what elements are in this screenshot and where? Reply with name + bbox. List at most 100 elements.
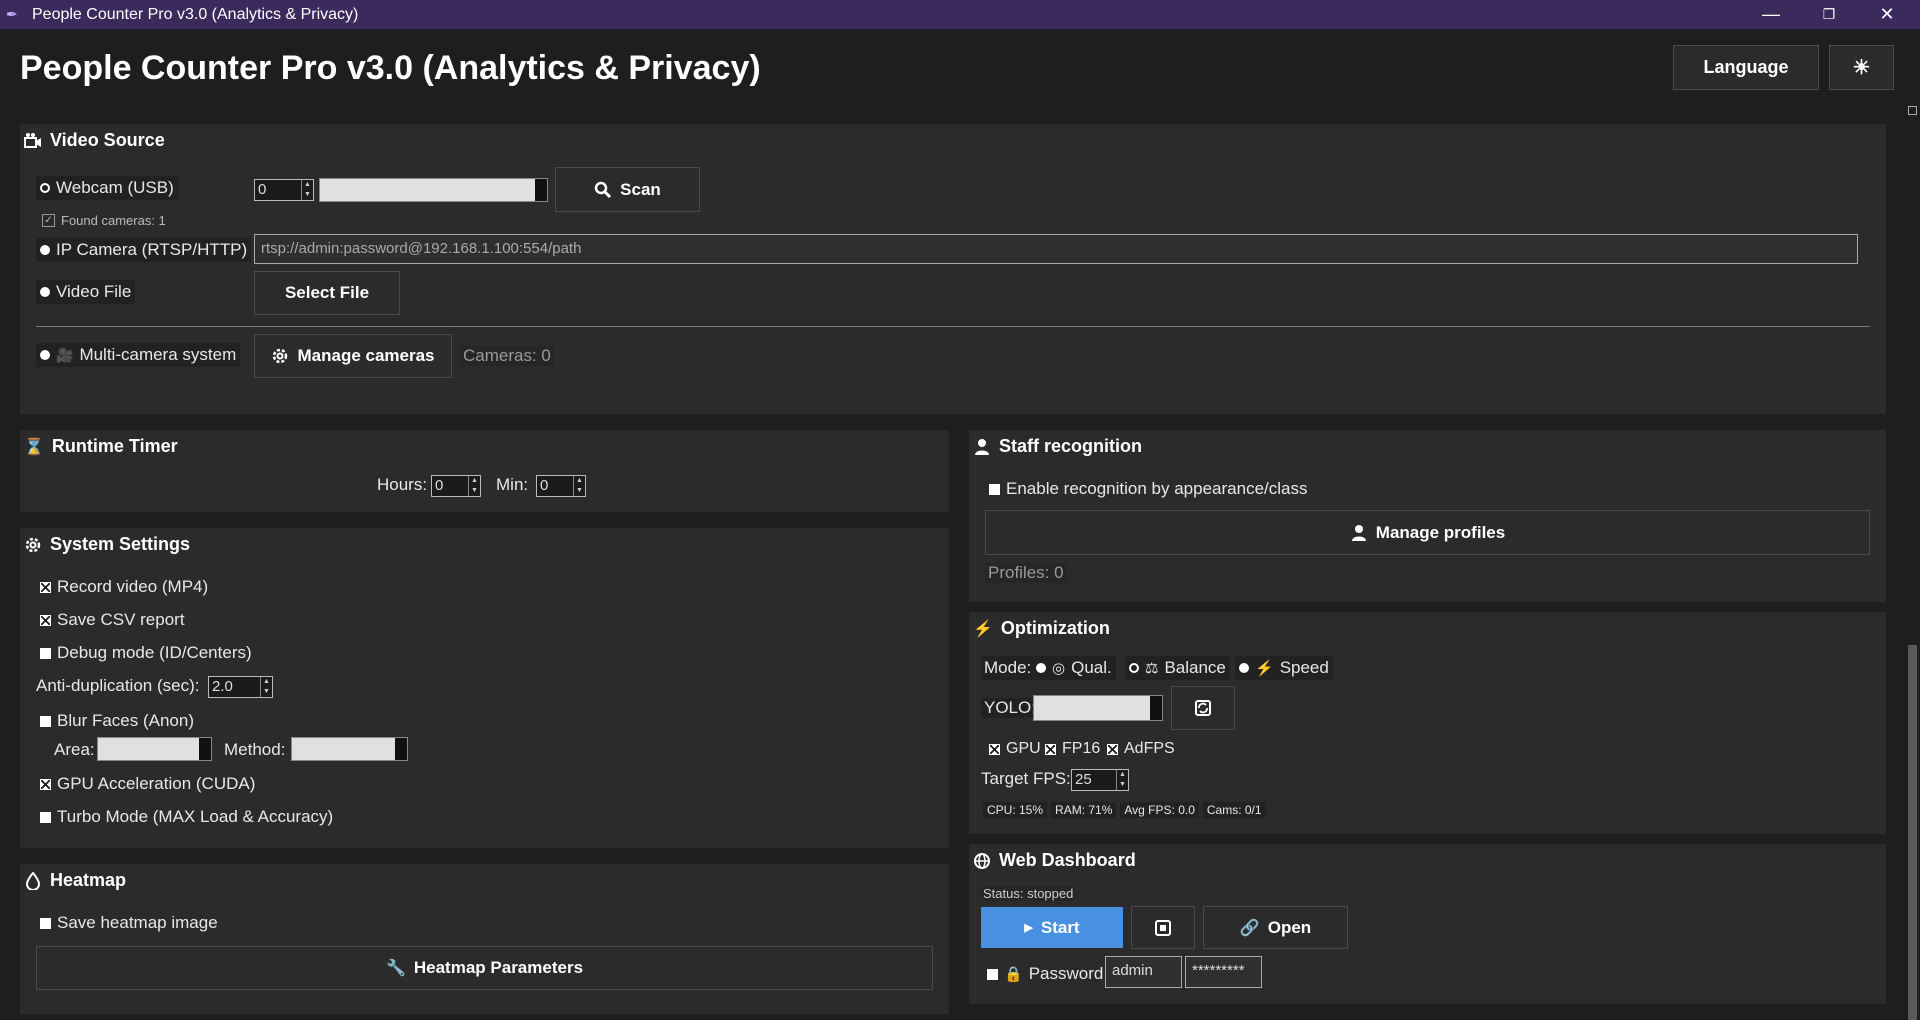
heatmap-title: Heatmap <box>24 870 126 891</box>
wrench-icon: 🔧 <box>385 960 406 977</box>
window-title: People Counter Pro v3.0 (Analytics & Pri… <box>32 5 359 23</box>
droplet-icon <box>25 871 41 890</box>
main-scrollbar[interactable] <box>1905 100 1920 1020</box>
scroll-up-arrow[interactable] <box>1908 106 1917 115</box>
blur-method-combo[interactable] <box>291 737 408 761</box>
ram-stat: RAM: 71% <box>1051 802 1117 818</box>
scan-button[interactable]: Scan <box>555 167 700 212</box>
gpu-checkbox[interactable]: GPU <box>989 740 1041 758</box>
anti-duplication-label: Anti-duplication (sec): <box>36 676 200 695</box>
minutes-label: Min: <box>496 475 529 494</box>
refresh-icon <box>1195 700 1211 716</box>
video-camera-icon <box>24 132 41 148</box>
found-cameras-indicator: ✓ Found cameras: 1 <box>42 213 166 228</box>
web-dashboard-title: Web Dashboard <box>973 850 1136 871</box>
webcam-device-combo[interactable] <box>319 178 548 202</box>
person-icon <box>1351 524 1366 541</box>
system-settings-panel: System Settings Record video (MP4) Save … <box>20 528 949 848</box>
open-dashboard-button[interactable]: 🔗 Open <box>1203 906 1348 949</box>
yolo-label: YOLO: <box>981 698 1039 718</box>
staff-recognition-title: Staff recognition <box>973 436 1142 457</box>
password-input[interactable]: ********* <box>1185 956 1262 988</box>
optimization-title: ⚡ Optimization <box>973 618 1110 638</box>
cameras-count: Cameras: 0 <box>460 346 554 366</box>
runtime-timer-panel: ⌛ Runtime Timer Hours: 0 ▲ ▼ Min: 0 ▲ ▼ <box>20 430 949 512</box>
web-dashboard-panel: Web Dashboard Status: stopped ▶ Start 🔗 … <box>969 844 1886 1004</box>
blur-faces-checkbox[interactable]: Blur Faces (Anon) <box>40 711 194 731</box>
camera-group-icon: 🎥 <box>56 346 74 363</box>
heatmap-parameters-button[interactable]: 🔧 Heatmap Parameters <box>36 946 933 990</box>
start-server-button[interactable]: ▶ Start <box>981 907 1123 948</box>
app-title: People Counter Pro v3.0 (Analytics & Pri… <box>20 49 761 87</box>
cpu-stat: CPU: 15% <box>983 802 1048 818</box>
lightning-icon: ⚡ <box>1255 660 1274 677</box>
app-header: People Counter Pro v3.0 (Analytics & Pri… <box>0 29 1920 122</box>
yolo-model-combo[interactable] <box>1033 695 1163 721</box>
minutes-spinbox[interactable]: 0 ▲ ▼ <box>536 475 586 497</box>
blur-area-combo[interactable] <box>97 737 212 761</box>
restore-button[interactable]: ❐ <box>1800 0 1858 29</box>
minimize-button[interactable]: — <box>1742 0 1800 29</box>
webcam-radio[interactable]: Webcam (USB) <box>36 176 178 200</box>
gear-icon <box>273 348 288 364</box>
sun-icon: ☀ <box>1852 57 1871 79</box>
gear-icon <box>25 537 41 552</box>
hours-spinbox[interactable]: 0 ▲ ▼ <box>431 475 481 497</box>
manage-cameras-button[interactable]: Manage cameras <box>254 334 452 378</box>
stop-icon <box>1155 919 1171 936</box>
refresh-model-button[interactable] <box>1171 686 1235 730</box>
mode-label: Mode: <box>981 656 1035 680</box>
target-fps-spinbox[interactable]: 25 ▲ ▼ <box>1071 769 1129 791</box>
cams-stat: Cams: 0/1 <box>1202 802 1266 818</box>
manage-profiles-button[interactable]: Manage profiles <box>985 510 1870 555</box>
gpu-acceleration-checkbox[interactable]: GPU Acceleration (CUDA) <box>40 774 255 794</box>
username-input[interactable]: admin <box>1105 956 1182 988</box>
person-icon <box>975 438 989 455</box>
method-label: Method: <box>224 740 286 759</box>
save-csv-checkbox[interactable]: Save CSV report <box>40 610 185 630</box>
target-icon: ◎ <box>1052 660 1066 677</box>
ip-camera-radio[interactable]: IP Camera (RTSP/HTTP) <box>36 238 252 262</box>
window-titlebar: ✒ People Counter Pro v3.0 (Analytics & P… <box>0 0 1920 29</box>
hours-label: Hours: <box>377 475 428 494</box>
theme-toggle-button[interactable]: ☀ <box>1829 45 1894 90</box>
runtime-timer-title: ⌛ Runtime Timer <box>24 436 178 456</box>
lightning-icon: ⚡ <box>973 620 993 638</box>
close-button[interactable]: ✕ <box>1858 0 1916 29</box>
record-video-checkbox[interactable]: Record video (MP4) <box>40 577 208 597</box>
password-checkbox[interactable]: 🔒 Password <box>987 964 1103 984</box>
adaptive-fps-checkbox[interactable]: AdFPS <box>1107 740 1175 758</box>
scrollbar-thumb[interactable] <box>1908 645 1917 1020</box>
anti-duplication-spinbox[interactable]: 2.0 ▲ ▼ <box>208 676 273 698</box>
select-file-button[interactable]: Select File <box>254 271 400 315</box>
mode-quality-radio[interactable]: ◎ Qual. <box>1032 656 1116 680</box>
language-button[interactable]: Language <box>1673 45 1819 90</box>
system-settings-title: System Settings <box>24 534 190 555</box>
video-file-radio[interactable]: Video File <box>36 280 136 304</box>
play-icon: ▶ <box>1024 922 1033 934</box>
mode-speed-radio[interactable]: ⚡ Speed <box>1235 656 1333 680</box>
avg-fps-stat: Avg FPS: 0.0 <box>1120 802 1199 818</box>
divider <box>36 326 1870 327</box>
ip-camera-url-input[interactable]: rtsp://admin:password@192.168.1.100:554/… <box>254 234 1858 264</box>
hourglass-icon: ⌛ <box>24 438 44 456</box>
server-status: Status: stopped <box>981 886 1076 901</box>
save-heatmap-checkbox[interactable]: Save heatmap image <box>40 913 218 933</box>
debug-mode-checkbox[interactable]: Debug mode (ID/Centers) <box>40 643 252 663</box>
globe-icon <box>974 852 990 869</box>
fp16-checkbox[interactable]: FP16 <box>1045 740 1100 758</box>
mode-balance-radio[interactable]: ⚖ Balance <box>1125 656 1230 680</box>
profiles-count: Profiles: 0 <box>985 563 1067 583</box>
turbo-mode-checkbox[interactable]: Turbo Mode (MAX Load & Accuracy) <box>40 807 333 827</box>
video-source-panel: Video Source Webcam (USB) 0 ▲ ▼ Scan ✓ Fou… <box>20 124 1886 414</box>
webcam-index-spinbox[interactable]: 0 ▲ ▼ <box>254 179 314 201</box>
target-fps-label: Target FPS: <box>981 769 1071 788</box>
system-stats: CPU: 15% RAM: 71% Avg FPS: 0.0 Cams: 0/1 <box>983 802 1270 818</box>
video-source-title: Video Source <box>24 130 165 151</box>
search-icon <box>594 181 612 198</box>
stop-server-button[interactable] <box>1131 906 1195 949</box>
staff-recognition-panel: Staff recognition Enable recognition by … <box>969 430 1886 602</box>
heatmap-panel: Heatmap Save heatmap image 🔧 Heatmap Par… <box>20 864 949 1014</box>
enable-recognition-checkbox[interactable]: Enable recognition by appearance/class <box>989 479 1307 499</box>
multi-camera-radio[interactable]: 🎥 Multi-camera system <box>36 343 241 367</box>
